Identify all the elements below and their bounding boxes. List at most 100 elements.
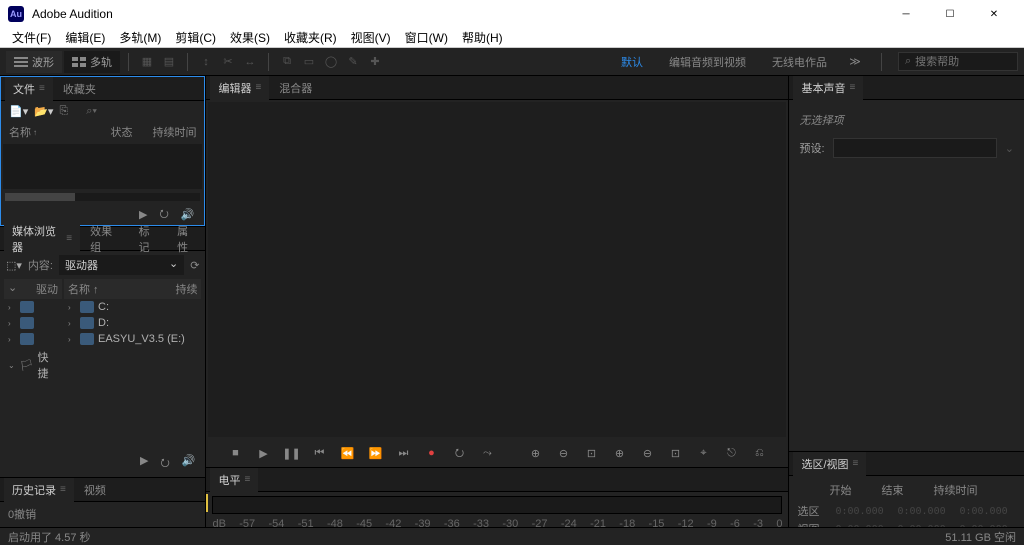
tree-drive-c[interactable]: ›	[4, 299, 62, 315]
zoom-in-time-icon[interactable]: ⊕	[526, 444, 544, 462]
content-dropdown[interactable]: 驱动器⌄	[59, 255, 184, 275]
files-col-duration[interactable]: 持续时间	[152, 124, 196, 140]
minimize-button[interactable]: ─	[884, 0, 928, 28]
rewind-button[interactable]: ⏪	[338, 444, 356, 462]
menu-multitrack[interactable]: 多轨(M)	[113, 27, 167, 48]
skip-selection-button[interactable]: ⤳	[478, 444, 496, 462]
menu-clip[interactable]: 剪辑(C)	[169, 27, 222, 48]
slip-tool-icon[interactable]: ↔	[240, 52, 260, 72]
tab-video[interactable]: 视频	[76, 478, 114, 502]
sel-start[interactable]: 0:00.000	[835, 506, 883, 517]
loop-icon[interactable]: ⭮	[160, 454, 169, 473]
tab-history[interactable]: 历史记录≡	[4, 478, 74, 502]
zoom-out-time-icon[interactable]: ⊖	[554, 444, 572, 462]
stop-button[interactable]: ■	[226, 444, 244, 462]
media-filter-icon[interactable]: ⬚▾	[6, 259, 22, 272]
panel-menu-icon[interactable]: ≡	[849, 82, 855, 93]
menu-file[interactable]: 文件(F)	[6, 27, 57, 48]
tab-levels[interactable]: 电平≡	[210, 468, 258, 492]
waveform-mode-button[interactable]: 波形	[6, 51, 62, 73]
marquee-icon[interactable]: ▭	[299, 52, 319, 72]
panel-menu-icon[interactable]: ≡	[39, 83, 45, 94]
tree-drive-d[interactable]: ›	[4, 315, 62, 331]
preset-dropdown[interactable]	[833, 138, 997, 158]
time-select-icon[interactable]: ⧉	[277, 52, 297, 72]
workspace-radio[interactable]: 无线电作品	[764, 51, 835, 73]
menu-view[interactable]: 视图(V)	[345, 27, 397, 48]
maximize-button[interactable]: ☐	[928, 0, 972, 28]
list-item[interactable]: ›EASYU_V3.5 (E:)	[64, 331, 201, 347]
drive-icon	[20, 301, 34, 313]
menu-help[interactable]: 帮助(H)	[456, 27, 509, 48]
menu-favorites[interactable]: 收藏夹(R)	[278, 27, 343, 48]
tree-drive-e[interactable]: ›	[4, 331, 62, 347]
zoom-in-point-icon[interactable]: ⎋	[722, 444, 740, 462]
brush-icon[interactable]: ✎	[343, 52, 363, 72]
panel-menu-icon[interactable]: ≡	[60, 484, 66, 495]
panel-menu-icon[interactable]: ≡	[255, 82, 261, 93]
spectral-pitch-icon[interactable]: ▤	[159, 52, 179, 72]
panel-menu-icon[interactable]: ≡	[66, 233, 72, 244]
razor-tool-icon[interactable]: ✂	[218, 52, 238, 72]
sel-end[interactable]: 0:00.000	[897, 506, 945, 517]
lasso-icon[interactable]: ◯	[321, 52, 341, 72]
tab-files[interactable]: 文件≡	[5, 77, 53, 101]
list-item[interactable]: ›D:	[64, 315, 201, 331]
list-col-name[interactable]: 名称 ↑	[68, 281, 99, 297]
forward-button[interactable]: ⏩	[366, 444, 384, 462]
tab-editor[interactable]: 编辑器≡	[210, 76, 269, 100]
close-button[interactable]: ✕	[972, 0, 1016, 28]
files-col-status[interactable]: 状态	[110, 124, 132, 140]
zoom-out-amp-icon[interactable]: ⊖	[638, 444, 656, 462]
zoom-reset-icon[interactable]: ⊡	[582, 444, 600, 462]
tree-shortcuts[interactable]: ⌄🏳快捷	[4, 347, 62, 383]
menu-window[interactable]: 窗口(W)	[399, 27, 454, 48]
zoom-in-amp-icon[interactable]: ⊕	[610, 444, 628, 462]
spectral-freq-icon[interactable]: ▦	[137, 52, 157, 72]
autoplay-icon[interactable]: 🔊	[182, 454, 196, 473]
sel-duration[interactable]: 0:00.000	[959, 506, 1007, 517]
zoom-out-point-icon[interactable]: ⎌	[750, 444, 768, 462]
next-button[interactable]: ⏭	[394, 444, 412, 462]
loop-button[interactable]: ⭮	[450, 444, 468, 462]
tab-selection-view[interactable]: 选区/视图≡	[793, 452, 866, 476]
pause-button[interactable]: ❚❚	[282, 444, 300, 462]
list-item[interactable]: ›C:	[64, 299, 201, 315]
tab-favorites[interactable]: 收藏夹	[55, 77, 104, 101]
workspace-audio-video[interactable]: 编辑音频到视频	[661, 51, 754, 73]
heal-icon[interactable]: ✚	[365, 52, 385, 72]
new-file-icon[interactable]: 📄▾	[9, 105, 28, 118]
tab-mixer[interactable]: 混合器	[271, 76, 320, 100]
files-scrollbar[interactable]	[5, 193, 200, 201]
multitrack-mode-button[interactable]: 多轨	[64, 51, 120, 73]
workspace-default[interactable]: 默认	[613, 51, 651, 73]
menu-edit[interactable]: 编辑(E)	[59, 27, 111, 48]
editor-view[interactable]	[208, 102, 786, 437]
zoom-full-icon[interactable]: ⊡	[666, 444, 684, 462]
panel-menu-icon[interactable]: ≡	[244, 474, 250, 485]
import-icon[interactable]: ⎘	[59, 105, 68, 118]
level-meter[interactable]	[212, 496, 782, 514]
open-file-icon[interactable]: 📂▾	[34, 105, 53, 118]
media-browser-panel: 媒体浏览器≡ 效果组 标记 属性 ⬚▾ 内容: 驱动器⌄ ⟳ ⌄ 驱动 › ›	[0, 226, 205, 477]
prev-button[interactable]: ⏮	[310, 444, 328, 462]
zoom-sel-icon[interactable]: ⌖	[694, 444, 712, 462]
drive-icon	[20, 317, 34, 329]
tree-header[interactable]: ⌄ 驱动	[4, 279, 62, 299]
move-tool-icon[interactable]: ↕	[196, 52, 216, 72]
play-icon[interactable]: ▶	[140, 454, 148, 473]
collapse-icon[interactable]: ⌄	[8, 281, 17, 297]
help-search[interactable]: ⌕	[898, 52, 1018, 71]
record-button[interactable]: ●	[422, 444, 440, 462]
list-col-duration[interactable]: 持续	[175, 281, 197, 297]
tab-essential-sound[interactable]: 基本声音≡	[793, 76, 863, 100]
play-button[interactable]: ▶	[254, 444, 272, 462]
refresh-icon[interactable]: ⟳	[190, 259, 199, 272]
workspace-more-icon[interactable]: ≫	[845, 52, 865, 72]
panel-menu-icon[interactable]: ≡	[853, 458, 859, 469]
files-list[interactable]	[3, 144, 202, 189]
files-filter[interactable]: ⌕▾	[86, 105, 196, 118]
menu-effects[interactable]: 效果(S)	[224, 27, 276, 48]
help-search-input[interactable]	[915, 56, 1011, 68]
files-col-name[interactable]: 名称↑	[9, 124, 37, 140]
